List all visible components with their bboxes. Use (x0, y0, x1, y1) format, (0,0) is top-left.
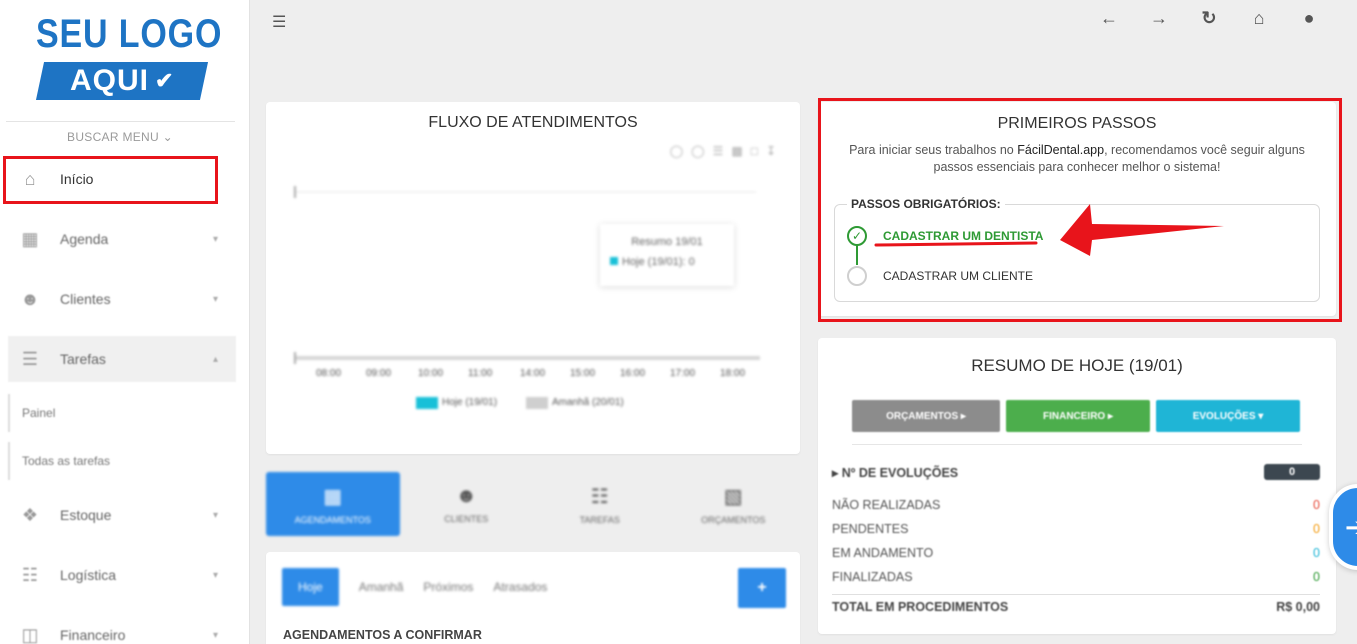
summary-total-divider (832, 594, 1320, 595)
summary-row-nao-realizadas: NÃO REALIZADAS 0 (832, 498, 1320, 512)
summary-row-finalizadas: FINALIZADAS 0 (832, 570, 1320, 584)
arrow-left-icon: ➔ (1345, 511, 1357, 542)
floating-back-button[interactable]: ➔ (1329, 484, 1357, 570)
financeiro-button[interactable]: FINANCEIRO ▸ (1006, 400, 1150, 432)
summary-button-row: ORÇAMENTOS ▸ FINANCEIRO ▸ EVOLUÇÕES ▾ (852, 400, 1300, 432)
red-underline (874, 241, 1038, 247)
orcamentos-button[interactable]: ORÇAMENTOS ▸ (852, 400, 1000, 432)
button-label: ORÇAMENTOS ▸ (886, 410, 966, 422)
button-label: FINANCEIRO ▸ (1042, 410, 1114, 422)
summary-row-total: TOTAL EM PROCEDIMENTOS R$ 0,00 (832, 600, 1320, 614)
evolucoes-button[interactable]: EVOLUÇÕES ▾ (1156, 400, 1300, 432)
evolucoes-count-row[interactable]: ▸ Nº DE EVOLUÇÕES 0 (832, 464, 1320, 480)
button-label: EVOLUÇÕES ▾ (1192, 410, 1264, 422)
red-arrow (1060, 204, 1224, 256)
summary-row-pendentes: PENDENTES 0 (832, 522, 1320, 536)
evolucoes-count-badge: 0 (1264, 464, 1320, 480)
summary-card: RESUMO DE HOJE (19/01) ORÇAMENTOS ▸ FINA… (818, 338, 1336, 634)
summary-row-em-andamento: EM ANDAMENTO 0 (832, 546, 1320, 560)
summary-title: RESUMO DE HOJE (19/01) (971, 356, 1183, 375)
evolucoes-label: ▸ Nº DE EVOLUÇÕES (832, 465, 959, 480)
summary-divider (852, 444, 1302, 445)
